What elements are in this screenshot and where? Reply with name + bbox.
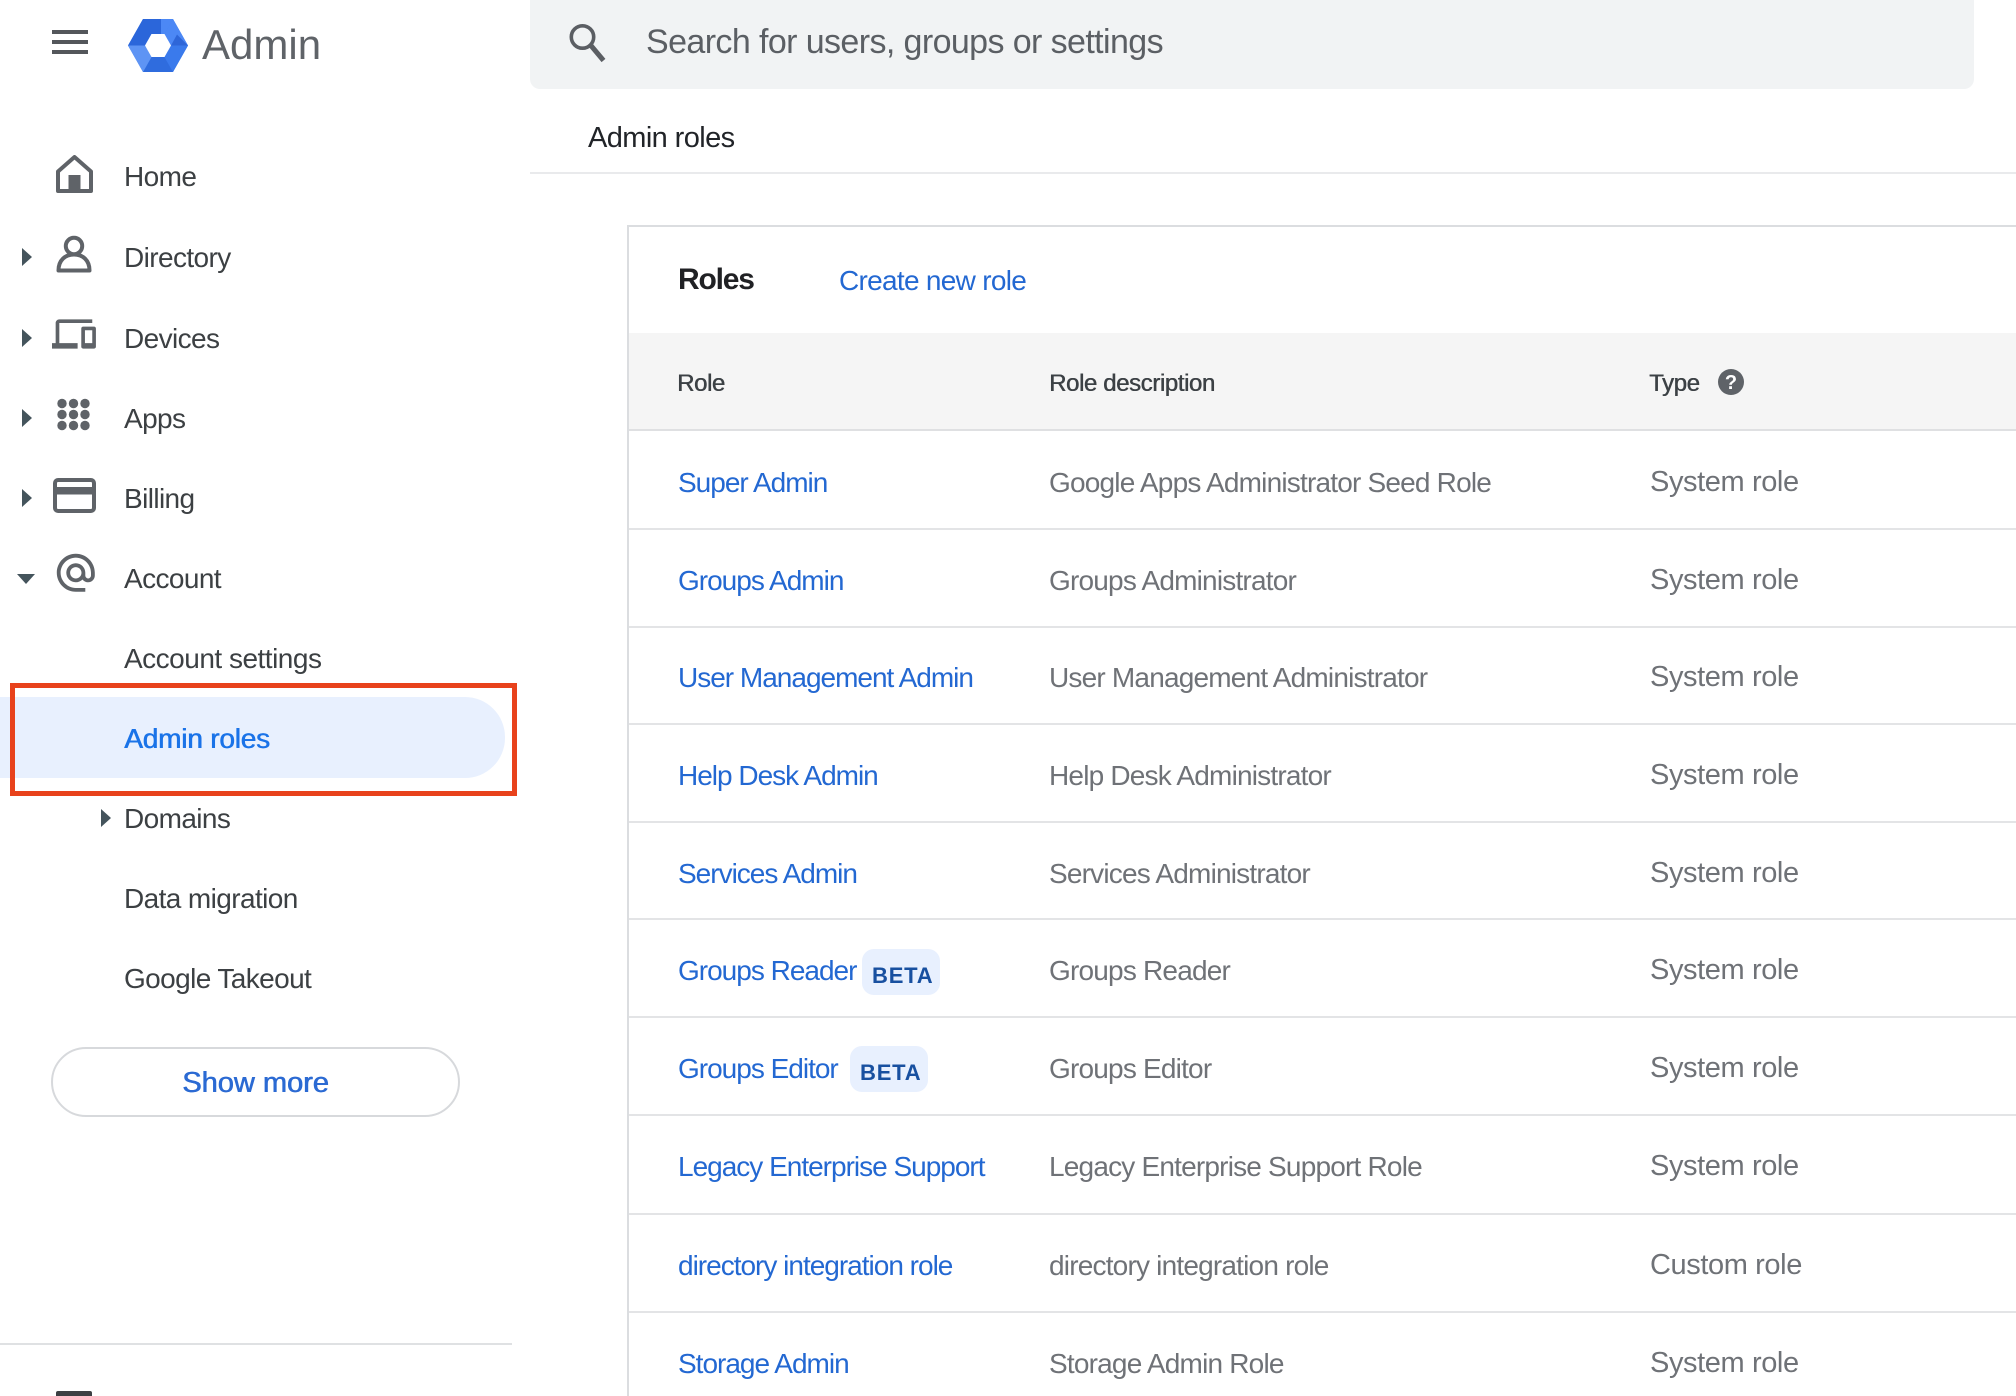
svg-text:?: ? xyxy=(1725,372,1737,394)
